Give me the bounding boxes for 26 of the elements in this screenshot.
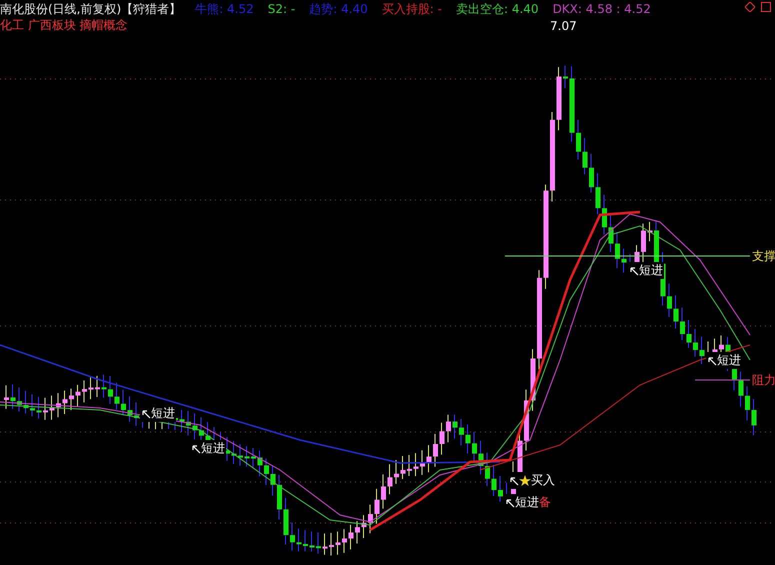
indicator-value: 卖出空仓: 4.40 [456,1,539,17]
diamond-icon[interactable] [745,2,755,12]
indicator-value: 趋势: 4.40 [309,1,368,17]
indicator-value: DKX: 4.58 : 4.52 [552,1,651,17]
concept-tags: 化工 广西板块 摘帽概念 [0,17,128,33]
arrow-icon [141,408,151,418]
indicator-value: S2: - [268,1,296,17]
stock-title: 南化股份(日线,前复权)【狩猎者】 [0,1,182,17]
indicator-value: 牛熊: 4.52 [195,1,254,17]
signal-label: 买入 [531,472,555,489]
arrow-icon [707,356,717,366]
indicator-value: 买入持股: - [382,1,442,17]
signal-label: 短进 [639,262,663,279]
high-price-label: 7.07 [549,19,578,33]
reserve-mark: 备 [539,494,551,511]
star-icon [519,474,531,486]
arrow-icon [505,498,515,508]
arrow-icon [191,444,201,454]
signal-label: 短进 [151,405,175,422]
square-icon[interactable] [761,2,771,12]
arrow-icon [509,476,519,486]
signal-label: 短进 [201,440,225,457]
signal-label: 短进 [515,494,539,511]
signal-label: 短进 [717,352,741,369]
arrow-icon [629,266,639,276]
level-label: 阻力 [751,372,775,389]
